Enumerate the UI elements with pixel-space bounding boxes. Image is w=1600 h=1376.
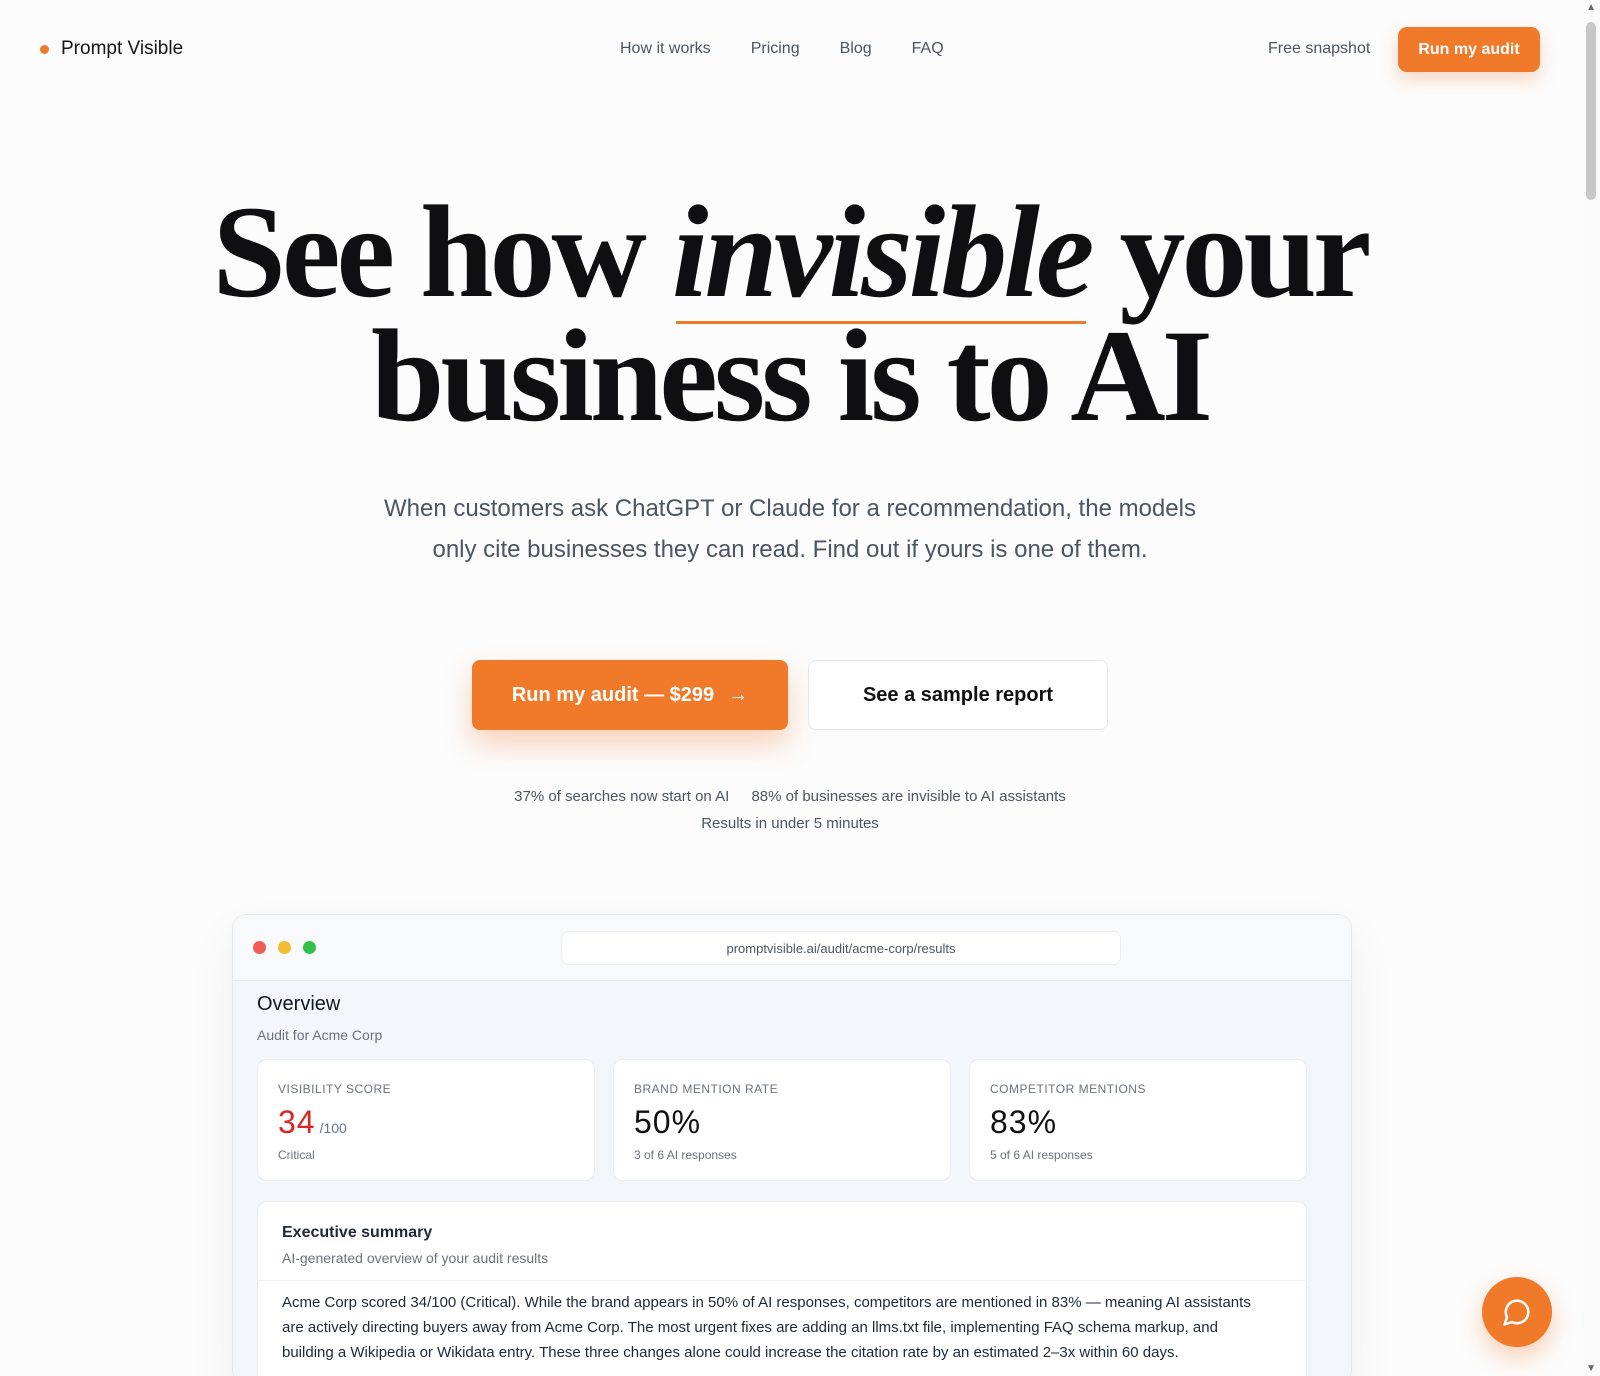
scroll-up-arrow-icon[interactable]: ▲ — [1586, 2, 1596, 13]
nav-links: How it works Pricing Blog FAQ — [620, 40, 944, 58]
nav-link-how-it-works[interactable]: How it works — [620, 40, 711, 58]
sample-report-button[interactable]: See a sample report — [808, 660, 1108, 730]
free-snapshot-link[interactable]: Free snapshot — [1268, 40, 1370, 58]
top-nav: Prompt Visible How it works Pricing Blog… — [0, 0, 1580, 100]
brand-mention-rate-card: BRAND MENTION RATE 50% 3 of 6 AI respons… — [613, 1059, 951, 1181]
window-close-dot-icon — [253, 941, 266, 954]
hero-title-line-1: See how invisible your — [0, 178, 1580, 325]
card-label: VISIBILITY SCORE — [278, 1082, 392, 1096]
hero-title: See how invisible your business is to AI — [0, 178, 1580, 449]
visibility-score-card: VISIBILITY SCORE 34/100 Critical — [257, 1059, 595, 1181]
chat-bubble-icon — [1503, 1299, 1530, 1326]
hero-title-line-2: business is to AI — [370, 302, 1213, 449]
brand-logo[interactable]: Prompt Visible — [40, 38, 183, 60]
overview-subtitle: Audit for Acme Corp — [257, 1027, 383, 1043]
card-note: Critical — [278, 1148, 315, 1162]
card-value: 34/100 — [278, 1104, 347, 1141]
card-note: 5 of 6 AI responses — [990, 1148, 1093, 1162]
chat-widget-button[interactable] — [1482, 1277, 1552, 1347]
stat-searches: 37% of searches now start on AI — [514, 788, 730, 805]
address-bar: promptvisible.ai/audit/acme-corp/results — [561, 931, 1121, 965]
brand-name: Prompt Visible — [61, 38, 184, 59]
hero-subtitle: When customers ask ChatGPT or Claude for… — [384, 495, 1196, 563]
run-audit-button-label: Run my audit — $299 — [511, 683, 715, 706]
competitor-mentions-card: COMPETITOR MENTIONS 83% 5 of 6 AI respon… — [969, 1059, 1307, 1181]
stat-invisible: 88% of businesses are invisible to AI as… — [751, 788, 1066, 805]
executive-summary-subtitle: AI-generated overview of your audit resu… — [282, 1250, 549, 1266]
nav-link-blog[interactable]: Blog — [840, 40, 872, 58]
divider — [258, 1280, 1306, 1281]
card-value: 83% — [990, 1104, 1058, 1140]
window-maximize-dot-icon — [303, 941, 316, 954]
run-audit-button[interactable]: Run my audit — $299 → — [472, 660, 788, 730]
report-preview-window: promptvisible.ai/audit/acme-corp/results… — [232, 914, 1352, 1376]
run-audit-nav-button[interactable]: Run my audit — [1398, 27, 1540, 72]
card-label: COMPETITOR MENTIONS — [990, 1082, 1146, 1096]
visibility-score-value: 34 — [278, 1104, 316, 1140]
scroll-down-arrow-icon[interactable]: ▼ — [1586, 1363, 1596, 1374]
executive-summary-text: Acme Corp scored 34/100 (Critical). Whil… — [282, 1294, 1251, 1361]
brand-dot-icon — [40, 44, 49, 54]
overview-title: Overview — [257, 993, 341, 1015]
hero-title-emphasis: invisible — [671, 178, 1094, 325]
scrollbar[interactable]: ▲ ▼ — [1582, 0, 1600, 1376]
card-note: 3 of 6 AI responses — [634, 1148, 737, 1162]
scrollbar-thumb[interactable] — [1586, 22, 1596, 200]
executive-summary-card: Executive summary AI-generated overview … — [257, 1201, 1307, 1376]
browser-toolbar: promptvisible.ai/audit/acme-corp/results — [233, 915, 1351, 981]
stat-results-time: Results in under 5 minutes — [701, 815, 879, 832]
nav-link-pricing[interactable]: Pricing — [751, 40, 800, 58]
card-label: BRAND MENTION RATE — [634, 1082, 779, 1096]
card-value: 50% — [634, 1104, 702, 1140]
arrow-right-icon: → — [728, 683, 749, 706]
hero-stats: 37% of searches now start on AI 88% of b… — [0, 783, 1580, 837]
window-minimize-dot-icon — [278, 941, 291, 954]
nav-link-faq[interactable]: FAQ — [912, 40, 944, 58]
card-unit: /100 — [319, 1120, 347, 1136]
executive-summary-title: Executive summary — [282, 1224, 433, 1241]
